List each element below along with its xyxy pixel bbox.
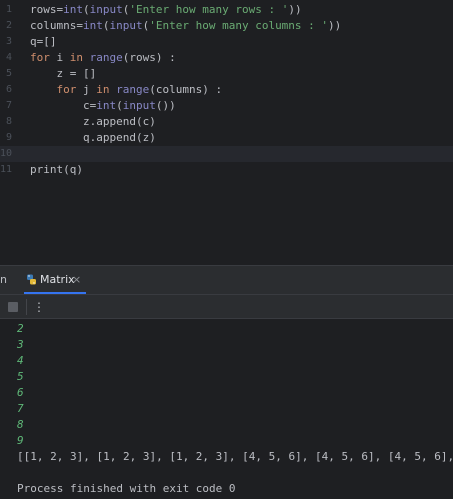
python-icon (27, 274, 36, 285)
code-token: q.append(z) (30, 131, 156, 144)
tab-matrix[interactable]: Matrix × (24, 266, 86, 294)
code-token: (rows) : (122, 51, 176, 64)
tool-window-title-fragment: n (0, 273, 7, 286)
code-token: int (63, 3, 83, 16)
more-options-icon[interactable]: ⋮ (33, 299, 45, 315)
run-tab-bar: n Matrix × (0, 266, 453, 294)
console-exit-line: Process finished with exit code 0 (17, 482, 236, 495)
code-token: 'Enter how many rows : ' (129, 3, 289, 16)
stop-icon[interactable] (8, 302, 18, 312)
line-number: 7 (5, 100, 12, 111)
console-result-line: [[1, 2, 3], [1, 2, 3], [1, 2, 3], [4, 5,… (17, 450, 453, 463)
tab-label: Matrix (40, 273, 75, 286)
console-input-line: 4 (17, 354, 24, 367)
code-token: (columns) : (149, 83, 223, 96)
code-token: rows= (30, 3, 64, 16)
line-number: 11 (0, 164, 13, 175)
toolbar-divider (26, 299, 27, 315)
code-token: range (116, 83, 150, 96)
console-input-line: 3 (17, 338, 24, 351)
code-token: z = [] (30, 67, 97, 80)
line-number: 9 (5, 132, 12, 143)
code-text[interactable]: q.append(z) (30, 130, 156, 146)
code-text[interactable]: rows=int(input('Enter how many rows : ')… (30, 2, 302, 18)
code-token: in (69, 51, 83, 64)
code-token: 'Enter how many columns : ' (149, 19, 329, 32)
code-line[interactable]: 8 z.append(c) (0, 114, 453, 130)
code-token: j (76, 83, 97, 96)
code-line[interactable]: 2 columns=int(input('Enter how many colum… (0, 18, 453, 34)
code-line[interactable]: 11 print(q) (0, 162, 453, 178)
console-output[interactable]: 2 3 4 5 6 7 8 9 [[1, 2, 3], [1, 2, 3], [… (0, 319, 453, 499)
console-input-line: 8 (17, 418, 24, 431)
console-input-line: 9 (17, 434, 24, 447)
code-line[interactable]: 5 z = [] (0, 66, 453, 82)
line-number: 3 (5, 36, 12, 47)
code-text[interactable]: z = [] (30, 66, 96, 82)
code-editor[interactable]: 1 rows=int(input('Enter how many rows : '… (0, 0, 453, 265)
code-line[interactable]: 9 q.append(z) (0, 130, 453, 146)
code-line-current[interactable]: 10 (0, 146, 453, 162)
code-token: input (109, 19, 143, 32)
code-line[interactable]: 4 for i in range(rows) : (0, 50, 453, 66)
code-token: ( (83, 3, 90, 16)
code-line[interactable]: 1 rows=int(input('Enter how many rows : '… (0, 2, 453, 18)
code-token: int (96, 99, 117, 112)
code-token: q=[] (30, 35, 57, 48)
line-number: 8 (5, 116, 12, 127)
code-text[interactable]: z.append(c) (30, 114, 156, 130)
console-input-line: 6 (17, 386, 24, 399)
code-token: for (30, 51, 50, 64)
code-line[interactable]: 7 c=int(input()) (0, 98, 453, 114)
code-token: print(q) (30, 163, 83, 176)
console-input-line: 5 (17, 370, 24, 383)
code-text[interactable]: for j in range(columns) : (30, 82, 223, 98)
line-number: 4 (5, 52, 12, 63)
run-toolbar: ⋮ (0, 294, 453, 319)
line-number: 6 (5, 84, 12, 95)
code-token: input (89, 3, 123, 16)
console-input-line: 7 (17, 402, 24, 415)
line-number: 5 (5, 68, 12, 79)
line-number: 10 (0, 148, 13, 159)
code-token: columns= (30, 19, 83, 32)
line-number: 1 (5, 4, 12, 15)
code-line[interactable]: 6 for j in range(columns) : (0, 82, 453, 98)
code-token: for (56, 83, 77, 96)
code-token: z.append(c) (30, 115, 156, 128)
code-text[interactable]: for i in range(rows) : (30, 50, 176, 66)
code-text[interactable]: print(q) (30, 162, 83, 178)
code-token: ()) (155, 99, 176, 112)
code-text[interactable]: c=int(input()) (30, 98, 176, 114)
code-token: range (89, 51, 123, 64)
run-tool-window: n Matrix × ⋮ 2 3 4 5 6 7 8 9 [[1, 2, 3],… (0, 266, 453, 499)
code-token: in (96, 83, 110, 96)
code-token: int (82, 19, 103, 32)
code-text[interactable]: q=[] (30, 34, 57, 50)
code-token: i (49, 51, 70, 64)
code-token: )) (328, 19, 342, 32)
close-icon[interactable]: × (72, 273, 81, 286)
code-line[interactable]: 3 q=[] (0, 34, 453, 50)
line-number: 2 (5, 20, 12, 31)
code-token: ( (116, 99, 123, 112)
code-text[interactable]: columns=int(input('Enter how many column… (30, 18, 341, 34)
code-token: c= (30, 99, 97, 112)
code-token: )) (288, 3, 302, 16)
code-token: input (122, 99, 156, 112)
console-input-line: 2 (17, 322, 24, 335)
